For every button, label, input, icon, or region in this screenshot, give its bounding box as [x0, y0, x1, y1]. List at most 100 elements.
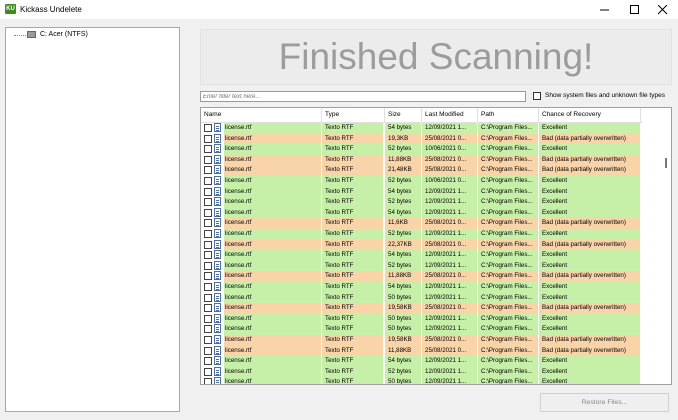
row-checkbox[interactable] [204, 230, 212, 238]
table-row[interactable]: license.rtf Texto RTF 54 bytes 12/09/2021 1… [201, 123, 641, 134]
table-row[interactable]: license.rtf Texto RTF 19,58KB 25/08/2021 0.… [201, 335, 641, 346]
file-size: 50 bytes [385, 292, 421, 304]
row-checkbox[interactable] [204, 187, 212, 196]
table-row[interactable]: license.rtf Texto RTF 52 bytes 12/09/2021 1… [201, 366, 641, 378]
file-size: 19,58KB [385, 303, 421, 314]
table-row[interactable]: license.rtf Texto RTF 19,58KB 25/08/2021 0.… [201, 303, 641, 314]
row-checkbox[interactable] [204, 198, 212, 207]
recovery-chance: Excellent [539, 356, 640, 367]
file-size: 11,88KB [385, 271, 421, 282]
row-checkbox[interactable] [204, 155, 212, 164]
column-header-size[interactable]: Size [385, 108, 422, 122]
table-row[interactable]: license.rtf Texto RTF 21,48KB 25/08/2021 0.… [201, 165, 641, 176]
file-type: Texto RTF [322, 229, 383, 240]
table-row[interactable]: license.rtf Texto RTF 54 bytes 12/09/2021 1… [201, 186, 641, 198]
close-button[interactable] [648, 0, 678, 19]
row-checkbox[interactable] [204, 336, 212, 344]
row-checkbox[interactable] [204, 208, 212, 217]
file-path: C:\Program Files... [478, 197, 538, 208]
column-header-name[interactable]: Name [201, 108, 322, 122]
file-size: 11,88KB [385, 345, 421, 357]
file-name: license.rtf [224, 176, 321, 187]
maximize-button[interactable] [620, 0, 650, 19]
table-row[interactable]: license.rtf Texto RTF 50 bytes 12/09/2021 1… [201, 324, 641, 335]
file-type: Texto RTF [322, 154, 383, 166]
row-checkbox[interactable] [204, 124, 212, 132]
row-checkbox[interactable] [204, 346, 212, 355]
row-checkbox[interactable] [204, 314, 212, 323]
file-size: 11,88KB [385, 154, 421, 166]
row-checkbox[interactable] [204, 378, 212, 384]
table-row[interactable]: license.rtf Texto RTF 19,3KB 25/08/2021 0..… [201, 133, 641, 145]
table-row[interactable]: license.rtf Texto RTF 22,37KB 25/08/2021 0.… [201, 239, 641, 251]
table-row[interactable]: license.rtf Texto RTF 52 bytes 12/09/2021 1… [201, 229, 641, 240]
file-path: C:\Program Files... [478, 366, 538, 378]
file-type: Texto RTF [322, 356, 383, 367]
file-path: C:\Program Files... [478, 154, 538, 166]
file-size: 54 bytes [385, 207, 421, 219]
last-modified: 25/08/2021 0... [422, 133, 477, 145]
row-checkbox[interactable] [204, 134, 212, 143]
table-row[interactable]: license.rtf Texto RTF 50 bytes 12/09/2021 1… [201, 313, 641, 325]
row-checkbox[interactable] [204, 293, 212, 302]
table-row[interactable]: license.rtf Texto RTF 52 bytes 10/06/2021 0… [201, 144, 641, 155]
document-icon [214, 176, 221, 185]
column-header-path[interactable]: Path [478, 108, 539, 122]
filter-input[interactable] [200, 91, 526, 102]
restore-files-button[interactable]: Restore Files... [540, 393, 669, 412]
row-checkbox[interactable] [204, 272, 212, 281]
document-icon [214, 144, 221, 154]
file-path: C:\Program Files... [478, 335, 538, 346]
table-row[interactable]: license.rtf Texto RTF 52 bytes 12/09/2021 1… [201, 260, 641, 272]
table-row[interactable]: license.rtf Texto RTF 50 bytes 12/09/2021 1… [201, 377, 641, 384]
last-modified: 12/09/2021 1... [422, 229, 477, 240]
file-path: C:\Program Files... [478, 282, 538, 293]
last-modified: 25/08/2021 0... [422, 165, 477, 176]
column-header-chance-of-recovery[interactable]: Chance of Recovery [539, 108, 641, 122]
table-row[interactable]: license.rtf Texto RTF 54 bytes 12/09/2021 1… [201, 207, 641, 219]
row-checkbox[interactable] [204, 367, 212, 376]
table-row[interactable]: license.rtf Texto RTF 11,6KB 25/08/2021 0..… [201, 218, 641, 229]
document-icon [214, 133, 221, 143]
file-type: Texto RTF [322, 218, 383, 229]
table-row[interactable]: license.rtf Texto RTF 52 bytes 10/06/2021 0… [201, 176, 641, 187]
file-size: 54 bytes [385, 123, 421, 134]
show-system-files-checkbox[interactable] [533, 92, 541, 100]
table-row[interactable]: license.rtf Texto RTF 50 bytes 12/09/2021 1… [201, 292, 641, 304]
results-table[interactable]: Name Type Size Last Modified Path Chance… [200, 107, 672, 385]
row-checkbox[interactable] [204, 261, 212, 270]
vertical-scrollbar[interactable] [642, 108, 670, 384]
row-checkbox[interactable] [204, 251, 212, 260]
file-size: 52 bytes [385, 366, 421, 378]
row-checkbox[interactable] [204, 304, 212, 313]
tree-item-drive-c[interactable]: C: Acer (NTFS) [40, 31, 88, 38]
row-checkbox[interactable] [204, 357, 212, 366]
file-type: Texto RTF [322, 176, 383, 187]
file-path: C:\Program Files... [478, 271, 538, 282]
column-header-last-modified[interactable]: Last Modified [422, 108, 478, 122]
file-path: C:\Program Files... [478, 207, 538, 219]
table-row[interactable]: license.rtf Texto RTF 52 bytes 12/09/2021 1… [201, 197, 641, 208]
table-row[interactable]: license.rtf Texto RTF 54 bytes 12/09/2021 1… [201, 282, 641, 293]
row-checkbox[interactable] [204, 145, 212, 154]
column-header-type[interactable]: Type [322, 108, 385, 122]
recovery-chance: Excellent [539, 260, 640, 272]
scrollbar-thumb[interactable] [665, 158, 667, 168]
table-row[interactable]: license.rtf Texto RTF 11,88KB 25/08/2021 0.… [201, 345, 641, 357]
row-checkbox[interactable] [204, 177, 212, 185]
table-row[interactable]: license.rtf Texto RTF 11,88KB 25/08/2021 0.… [201, 271, 641, 282]
minimize-button[interactable] [590, 0, 620, 19]
row-checkbox[interactable] [204, 325, 212, 334]
table-row[interactable]: license.rtf Texto RTF 54 bytes 12/09/2021 1… [201, 356, 641, 367]
row-checkbox[interactable] [204, 219, 212, 228]
drive-tree[interactable]: C: Acer (NTFS) [5, 27, 180, 412]
table-row[interactable]: license.rtf Texto RTF 54 bytes 12/09/2021 1… [201, 250, 641, 261]
file-size: 19,58KB [385, 335, 421, 346]
tree-connector [14, 35, 26, 36]
file-path: C:\Program Files... [478, 229, 538, 240]
row-checkbox[interactable] [204, 240, 212, 249]
document-icon [214, 271, 221, 281]
row-checkbox[interactable] [204, 166, 212, 175]
row-checkbox[interactable] [204, 283, 212, 291]
table-row[interactable]: license.rtf Texto RTF 11,88KB 25/08/2021 0.… [201, 154, 641, 166]
